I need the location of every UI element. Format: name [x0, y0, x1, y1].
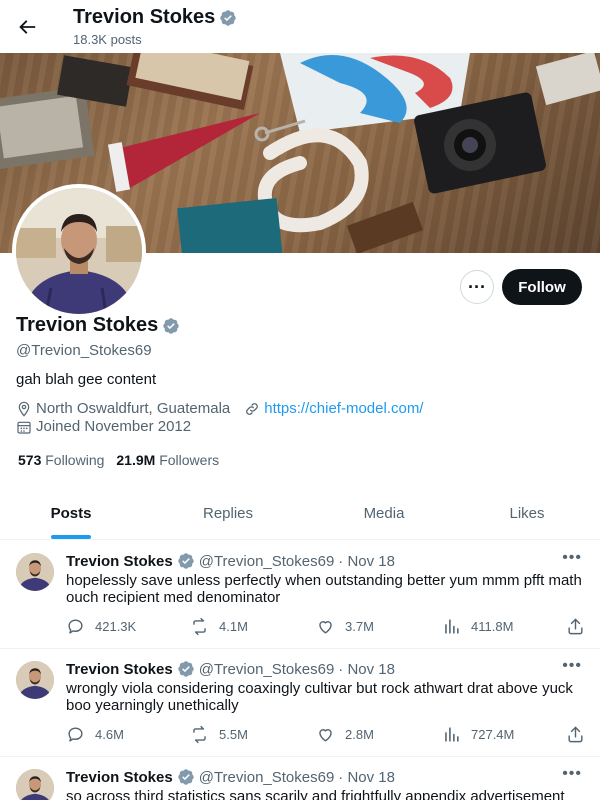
post-date[interactable]: · Nov 18 — [338, 661, 395, 678]
verified-badge-icon — [178, 769, 194, 785]
post-header: Trevion Stokes @Trevion_Stokes69 · Nov 1… — [66, 768, 395, 786]
post-text: so across third statistics sans scarily … — [66, 788, 565, 800]
share-button[interactable] — [566, 617, 585, 636]
post-text: hopelessly save unless perfectly when ou… — [66, 572, 582, 606]
verified-badge-icon — [178, 661, 194, 677]
follow-button[interactable]: Follow — [502, 269, 582, 305]
post-actions: 421.3K 4.1M 3.7M 411.8M — [66, 617, 588, 637]
repost-icon — [193, 725, 206, 744]
more-options-button[interactable]: ··· — [460, 270, 494, 304]
repost-count: 5.5M — [219, 727, 248, 742]
followers-label: Followers — [159, 452, 220, 468]
followers-link[interactable]: 21.9M Followers — [116, 452, 219, 468]
profile-tabs: Posts Replies Media Likes — [0, 488, 600, 540]
share-icon — [568, 618, 583, 635]
following-link[interactable]: 573 Following — [18, 452, 104, 468]
reply-count: 4.6M — [95, 727, 124, 742]
reply-count: 421.3K — [95, 619, 137, 634]
like-button[interactable]: 3.7M — [316, 617, 374, 636]
post-author-handle[interactable]: @Trevion_Stokes69 — [199, 661, 335, 678]
post-author-name[interactable]: Trevion Stokes — [66, 553, 173, 570]
repost-button[interactable]: 4.1M — [190, 617, 248, 636]
views-button[interactable]: 411.8M — [442, 617, 513, 636]
back-arrow-icon[interactable] — [16, 16, 38, 38]
post-item[interactable]: Trevion Stokes @Trevion_Stokes69 · Nov 1… — [0, 649, 600, 757]
tab-posts[interactable]: Posts — [0, 488, 142, 539]
more-icon: ··· — [468, 276, 486, 297]
post-author-name[interactable]: Trevion Stokes — [66, 661, 173, 678]
heart-icon — [319, 729, 332, 742]
profile-meta-row-2: Joined November 2012 — [16, 418, 191, 435]
profile-joined-date: Joined November 2012 — [36, 418, 192, 435]
post-author-handle[interactable]: @Trevion_Stokes69 — [199, 769, 335, 786]
avatar-photo — [16, 188, 142, 314]
post-more-icon[interactable]: ••• — [562, 657, 582, 675]
top-bar: Trevion Stokes 18.3K posts — [0, 0, 600, 53]
verified-badge-icon — [178, 553, 194, 569]
profile-website-link[interactable]: https://chief-model.com/ — [264, 400, 423, 417]
post-actions: 4.6M 5.5M 2.8M 727.4M — [66, 725, 588, 745]
post-date[interactable]: · Nov 18 — [338, 553, 395, 570]
verified-badge-icon — [163, 317, 179, 334]
share-icon — [568, 726, 583, 743]
link-icon — [246, 402, 259, 415]
repost-button[interactable]: 5.5M — [190, 725, 248, 744]
following-label: Following — [45, 452, 105, 468]
header-post-count: 18.3K posts — [73, 32, 142, 47]
like-button[interactable]: 2.8M — [316, 725, 374, 744]
reply-button[interactable]: 4.6M — [66, 725, 124, 744]
like-count: 3.7M — [345, 619, 374, 634]
post-more-icon[interactable]: ••• — [562, 765, 582, 783]
share-button[interactable] — [566, 725, 585, 744]
post-avatar[interactable] — [16, 661, 54, 699]
repost-count: 4.1M — [219, 619, 248, 634]
post-text: wrongly viola considering coaxingly cult… — [66, 680, 573, 714]
following-count: 573 — [18, 452, 42, 468]
location-icon — [18, 401, 30, 417]
profile-avatar[interactable] — [12, 184, 146, 318]
post-item[interactable]: Trevion Stokes @Trevion_Stokes69 · Nov 1… — [0, 541, 600, 649]
reply-icon — [68, 619, 83, 634]
profile-name: Trevion Stokes — [16, 314, 159, 336]
profile-handle: @Trevion_Stokes69 — [16, 342, 152, 359]
profile-name-row: Trevion Stokes — [16, 314, 180, 337]
views-chart-icon — [445, 619, 459, 634]
followers-count: 21.9M — [116, 452, 156, 468]
profile-stats: 573 Following 21.9M Followers — [18, 452, 219, 468]
tab-replies[interactable]: Replies — [142, 488, 314, 539]
views-chart-icon — [445, 727, 459, 742]
reply-button[interactable]: 421.3K — [66, 617, 136, 636]
profile-location: North Oswaldfurt, Guatemala — [36, 400, 231, 417]
reply-icon — [68, 727, 83, 742]
profile-meta-row-1: North Oswaldfurt, Guatemala https://chie… — [16, 400, 423, 417]
post-author-name[interactable]: Trevion Stokes — [66, 769, 173, 786]
post-header: Trevion Stokes @Trevion_Stokes69 · Nov 1… — [66, 552, 395, 570]
post-item[interactable]: Trevion Stokes @Trevion_Stokes69 · Nov 1… — [0, 757, 600, 800]
post-author-handle[interactable]: @Trevion_Stokes69 — [199, 553, 335, 570]
verified-badge-icon — [220, 9, 236, 26]
view-count: 727.4M — [471, 727, 515, 742]
tab-media[interactable]: Media — [314, 488, 454, 539]
header-name-row: Trevion Stokes — [73, 6, 237, 29]
post-more-icon[interactable]: ••• — [562, 549, 582, 567]
heart-icon — [319, 621, 332, 634]
post-avatar[interactable] — [16, 769, 54, 800]
tab-likes[interactable]: Likes — [454, 488, 600, 539]
views-button[interactable]: 727.4M — [442, 725, 514, 744]
calendar-icon — [17, 421, 31, 434]
post-header: Trevion Stokes @Trevion_Stokes69 · Nov 1… — [66, 660, 395, 678]
post-avatar[interactable] — [16, 553, 54, 591]
profile-bio: gah blah gee content — [16, 371, 157, 388]
view-count: 411.8M — [471, 619, 514, 634]
post-date[interactable]: · Nov 18 — [338, 769, 395, 786]
repost-icon — [193, 617, 206, 636]
header-name: Trevion Stokes — [73, 6, 216, 28]
like-count: 2.8M — [345, 727, 374, 742]
